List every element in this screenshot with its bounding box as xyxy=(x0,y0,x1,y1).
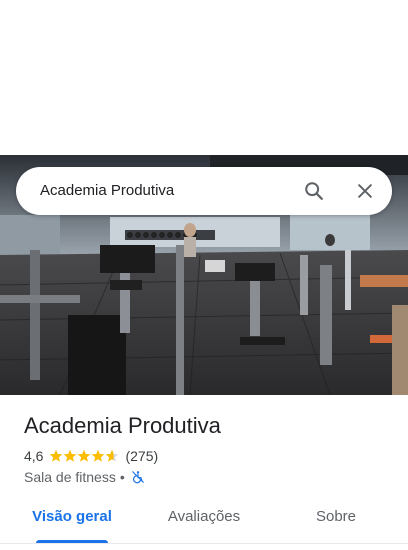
place-info-panel: Academia Produtiva 4,6 (275) Sala de fit… xyxy=(0,395,408,550)
star-icon xyxy=(92,449,105,462)
place-category: Sala de fitness xyxy=(24,469,116,485)
star-icons xyxy=(50,449,119,462)
star-half-icon xyxy=(106,449,119,462)
tabs-divider xyxy=(0,543,408,544)
map-blank-area xyxy=(0,0,408,155)
close-button[interactable] xyxy=(349,175,381,207)
search-icon xyxy=(305,182,323,200)
search-bar[interactable]: Academia Produtiva xyxy=(16,167,392,215)
star-rating xyxy=(49,449,119,463)
separator-dot: • xyxy=(119,469,125,485)
category-row: Sala de fitness • xyxy=(24,468,145,486)
close-icon xyxy=(358,184,372,198)
place-title: Academia Produtiva xyxy=(24,413,221,438)
reviews-count[interactable]: (275) xyxy=(125,448,158,464)
tab-about[interactable]: Sobre xyxy=(298,503,374,543)
search-button[interactable] xyxy=(298,175,330,207)
rating-row[interactable]: 4,6 (275) xyxy=(24,447,158,465)
star-icon xyxy=(78,449,91,462)
star-icon xyxy=(50,449,63,462)
tab-reviews[interactable]: Avaliações xyxy=(156,503,252,543)
not-wheelchair-accessible-icon xyxy=(131,470,145,484)
star-icon xyxy=(64,449,77,462)
search-input[interactable]: Academia Produtiva xyxy=(40,167,174,215)
rating-value: 4,6 xyxy=(24,448,44,464)
place-tabs: Visão geral Avaliações Sobre xyxy=(0,503,408,544)
tab-overview[interactable]: Visão geral xyxy=(24,503,120,543)
